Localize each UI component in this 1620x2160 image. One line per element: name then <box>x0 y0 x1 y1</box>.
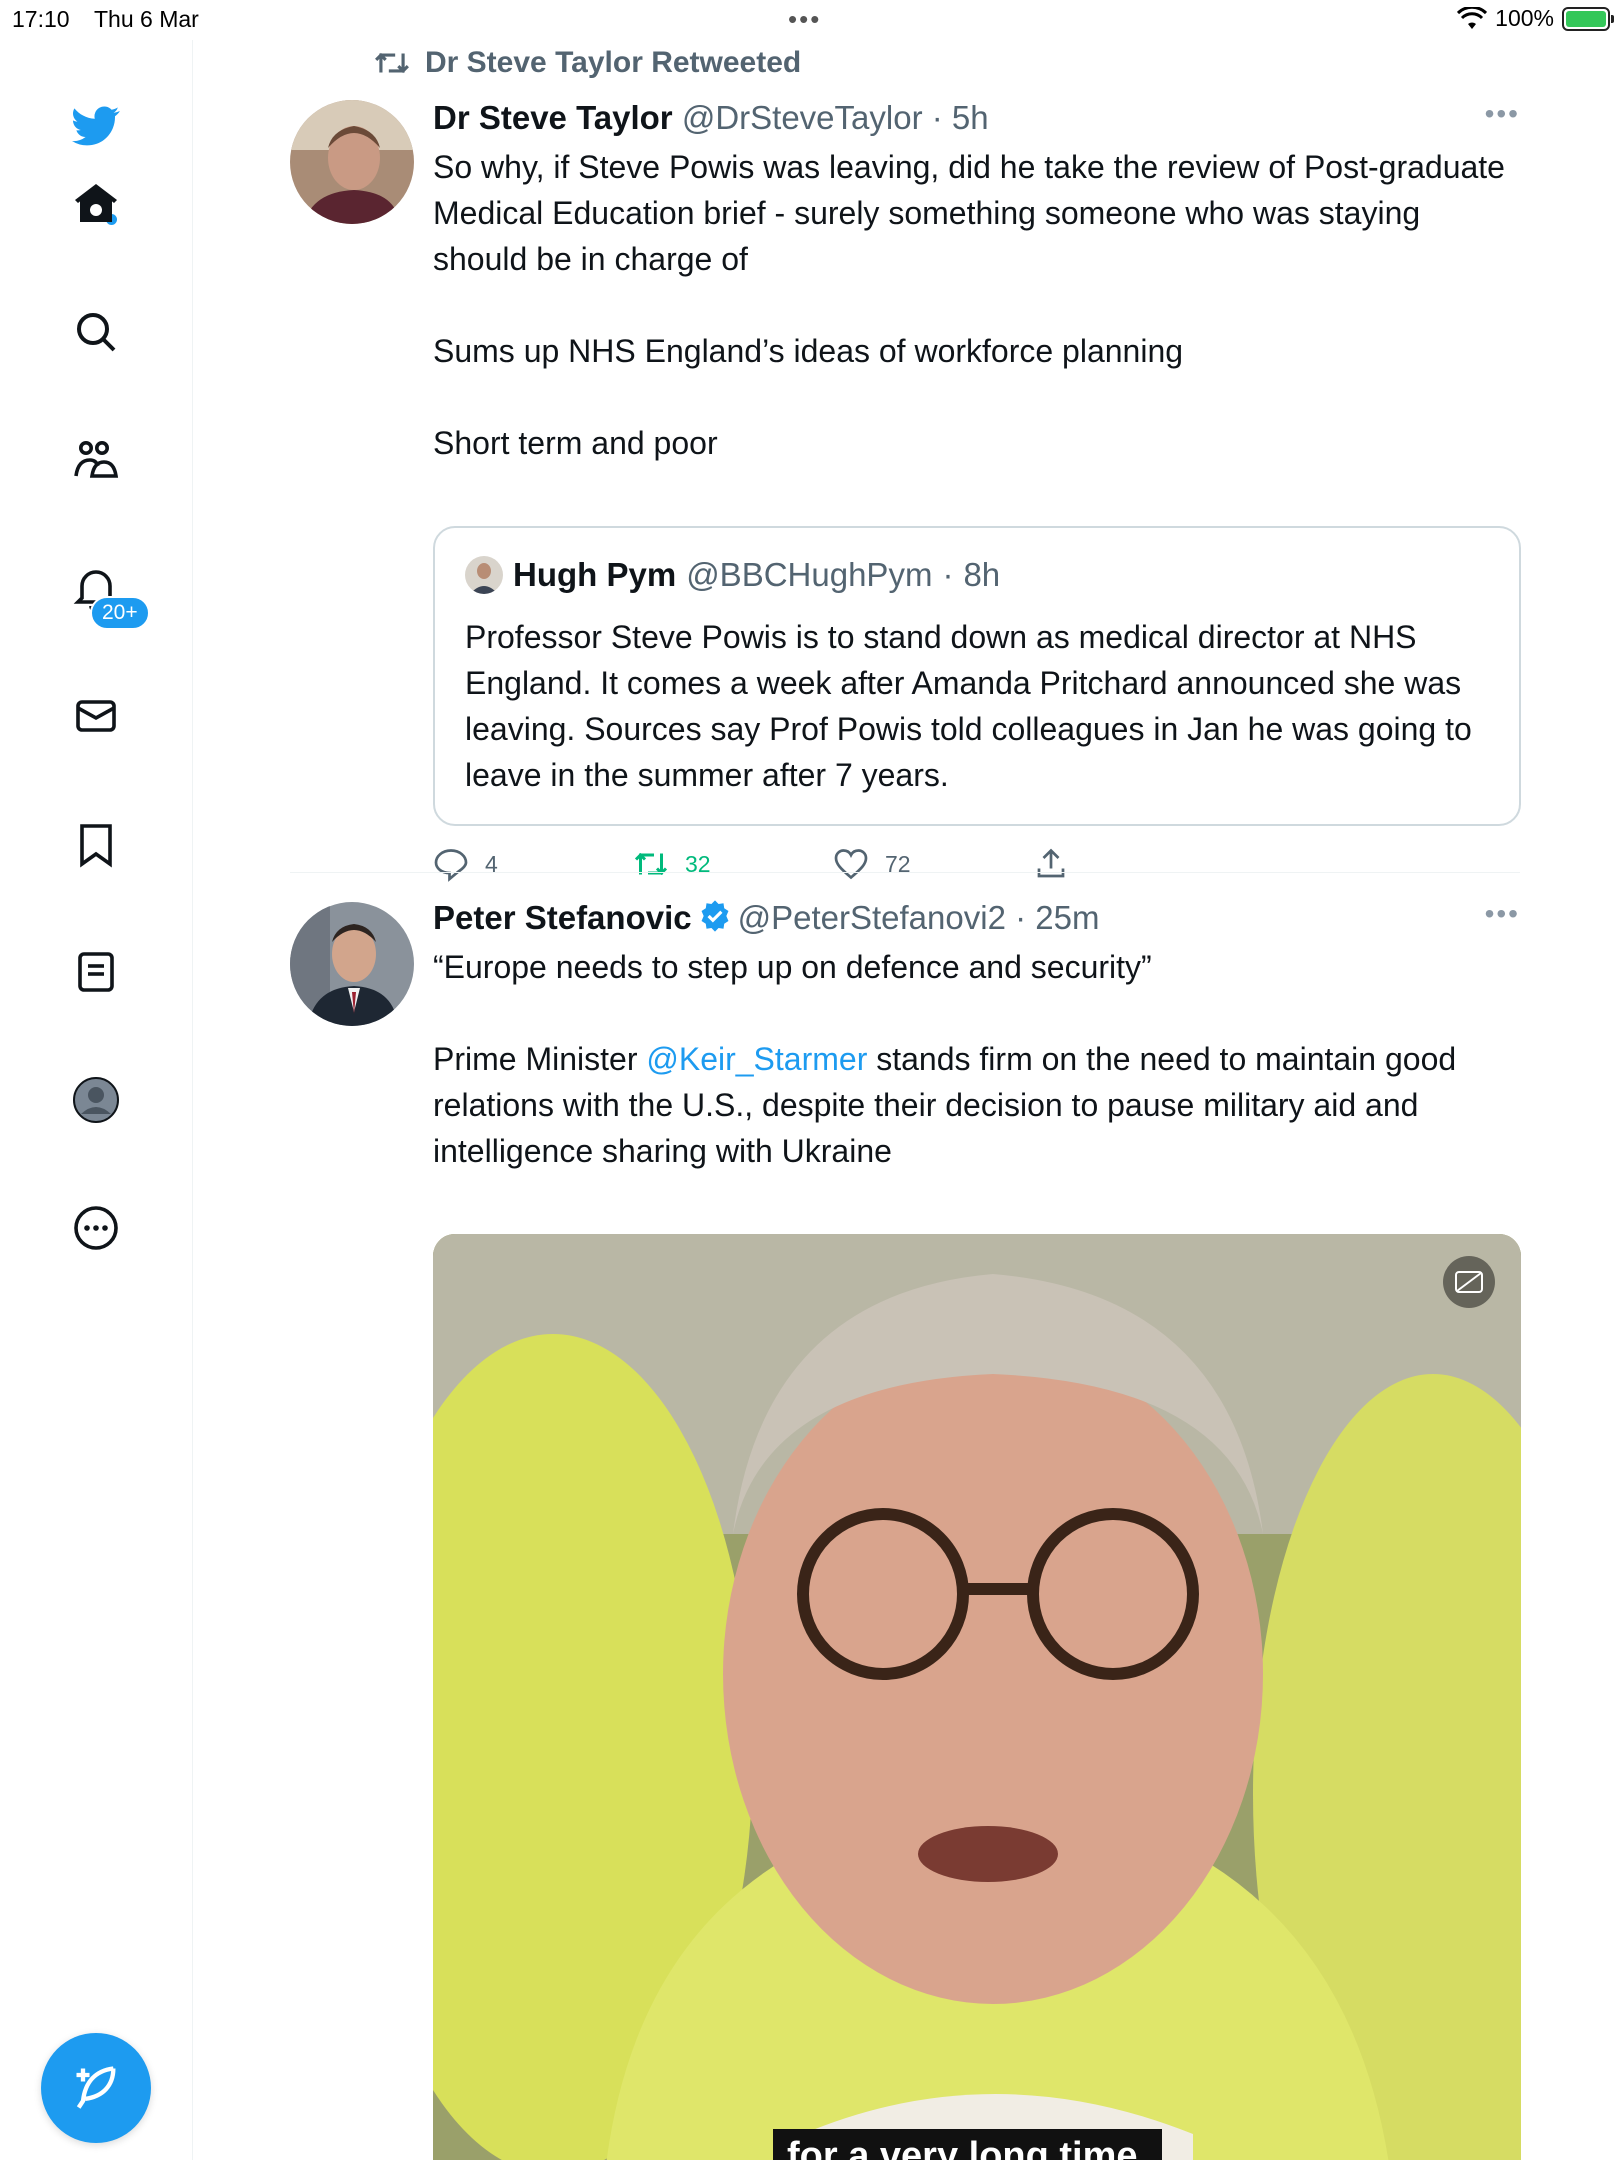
like-count: 72 <box>885 850 911 877</box>
tweet-divider <box>290 872 1520 873</box>
quoted-tweet[interactable]: Hugh Pym @BBCHughPym · 8h Professor Steve … <box>433 526 1521 826</box>
wifi-icon <box>1457 6 1488 29</box>
avatar[interactable] <box>290 100 414 224</box>
search-icon[interactable] <box>60 296 132 368</box>
retweet-button[interactable]: 32 <box>633 846 833 882</box>
tweet-more-icon[interactable]: ••• <box>1485 98 1520 130</box>
tweet-more-icon[interactable]: ••• <box>1485 898 1520 930</box>
home-icon[interactable] <box>60 168 132 240</box>
profile-avatar-icon[interactable] <box>60 1064 132 1136</box>
verified-badge-icon <box>701 900 729 932</box>
quoted-author-handle: @BBCHughPym <box>686 556 933 593</box>
tweet-actions: 4 32 72 <box>433 846 1233 882</box>
compose-tweet-button[interactable] <box>41 2033 151 2143</box>
author-handle[interactable]: @DrSteveTaylor <box>682 99 923 136</box>
status-date: Thu 6 Mar <box>94 6 199 32</box>
retweet-count: 32 <box>685 850 711 877</box>
more-options-icon[interactable] <box>60 1192 132 1264</box>
quoted-tweet-header: Hugh Pym @BBCHughPym · 8h <box>465 556 1000 594</box>
communities-icon[interactable] <box>60 424 132 496</box>
bookmarks-icon[interactable] <box>60 808 132 880</box>
mention-link[interactable]: @Keir_Starmer <box>646 1041 867 1077</box>
tweet-text-quote: “Europe needs to step up on defence and … <box>433 949 1152 985</box>
multitasking-dots-icon[interactable]: ••• <box>788 4 821 35</box>
tweet-text: Prime Minister @Keir_Starmer stands firm… <box>433 1036 1520 1174</box>
captions-icon[interactable] <box>1443 1256 1495 1308</box>
author-name[interactable]: Peter Stefanovic <box>433 899 692 936</box>
reply-count: 4 <box>485 850 498 877</box>
battery-icon <box>1562 6 1614 31</box>
twitter-logo-icon[interactable] <box>60 90 132 162</box>
tweet-time[interactable]: 25m <box>1035 899 1099 936</box>
video-frame <box>433 1234 1521 2160</box>
author-name[interactable]: Dr Steve Taylor <box>433 99 673 136</box>
tweet[interactable]: Peter Stefanovic @PeterStefanovi2 · 25m •… <box>290 898 1521 2160</box>
quoted-avatar <box>465 556 503 594</box>
retweet-label: Dr Steve Taylor Retweeted <box>425 46 802 79</box>
tweet-text: So why, if Steve Powis was leaving, did … <box>433 149 1505 461</box>
tweet-header: Dr Steve Taylor @DrSteveTaylor · 5h <box>433 99 989 136</box>
compose-feather-icon <box>76 2066 116 2109</box>
tweet-text-prefix: Prime Minister <box>433 1041 647 1077</box>
heart-icon <box>834 849 868 880</box>
reply-icon <box>434 849 468 882</box>
tweet[interactable]: Dr Steve Taylor @DrSteveTaylor · 5h ••• … <box>290 98 1521 898</box>
author-handle[interactable]: @PeterStefanovi2 <box>738 899 1006 936</box>
retweet-icon <box>375 52 409 74</box>
status-bar: 17:10 Thu 6 Mar ••• 100% <box>0 0 1620 40</box>
retweet-action-icon <box>634 852 668 876</box>
like-button[interactable]: 72 <box>833 846 1033 882</box>
notifications-badge: 20+ <box>90 596 150 630</box>
messages-icon[interactable] <box>60 680 132 752</box>
quoted-author-name: Hugh Pym <box>513 556 677 593</box>
quoted-tweet-time: 8h <box>963 556 1001 593</box>
battery-percent: 100% <box>1495 5 1554 31</box>
video-media[interactable]: for a very long time. <box>433 1234 1521 2160</box>
reply-button[interactable]: 4 <box>433 846 633 882</box>
share-button[interactable] <box>1033 846 1233 882</box>
tweet-time[interactable]: 5h <box>952 99 989 136</box>
share-icon <box>1037 848 1065 878</box>
avatar[interactable] <box>290 902 414 1026</box>
retweet-context[interactable]: Dr Steve Taylor Retweeted <box>373 46 801 80</box>
tweet-header: Peter Stefanovic @PeterStefanovi2 · 25m <box>433 899 1100 936</box>
video-caption: for a very long time. <box>773 2129 1163 2160</box>
quoted-tweet-text: Professor Steve Powis is to stand down a… <box>465 619 1472 793</box>
sidebar: 20+ <box>0 40 193 2160</box>
lists-icon[interactable] <box>60 936 132 1008</box>
status-time: 17:10 <box>12 6 70 32</box>
timeline: Dr Steve Taylor Retweeted Dr Steve Taylo… <box>193 40 1620 2160</box>
